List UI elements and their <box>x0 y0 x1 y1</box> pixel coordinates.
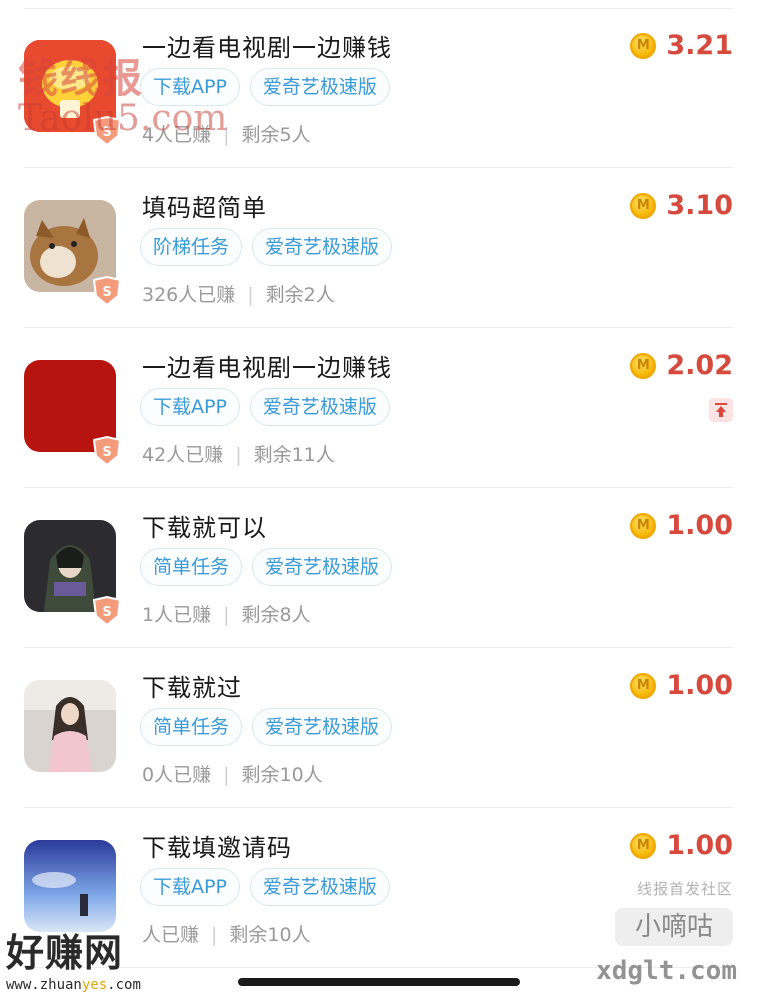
svg-text:S: S <box>102 605 111 620</box>
level-shield-icon: S <box>90 276 124 306</box>
coin-icon: M <box>630 512 657 539</box>
task-thumbnail <box>24 840 116 932</box>
stats-separator: | <box>223 604 230 626</box>
remaining-count: 剩余8人 <box>241 604 311 626</box>
level-shield-icon: S <box>90 116 124 146</box>
task-tag: 爱奇艺极速版 <box>252 708 393 746</box>
earned-count: 1人已赚 <box>142 604 212 626</box>
task-tag: 爱奇艺极速版 <box>252 548 393 586</box>
reward-amount: 2.02 <box>666 350 733 381</box>
task-title: 下载填邀请码 <box>142 834 292 862</box>
remaining-count: 剩余10人 <box>229 924 311 946</box>
watermark-badge: 小嘀咕 <box>615 908 733 946</box>
task-title: 一边看电视剧一边赚钱 <box>142 34 392 62</box>
reward-amount: 1.00 <box>666 510 733 541</box>
task-reward: M 3.21 <box>630 30 733 61</box>
svg-text:S: S <box>102 445 111 460</box>
reward-amount: 3.10 <box>666 190 733 221</box>
task-reward: M 1.00 <box>630 670 733 701</box>
pin-top-icon[interactable] <box>709 398 733 422</box>
task-row[interactable]: S 填码超简单 阶梯任务 爱奇艺极速版 326人已赚 | 剩余2人 M 3.10 <box>24 168 733 328</box>
stats-separator: | <box>223 764 230 786</box>
task-tags: 简单任务 爱奇艺极速版 <box>140 708 393 746</box>
task-stats: 0人已赚 | 剩余10人 <box>142 760 323 787</box>
coin-icon: M <box>630 32 657 59</box>
coin-icon: M <box>630 192 657 219</box>
task-tag: 爱奇艺极速版 <box>252 228 393 266</box>
task-stats: 4人已赚 | 剩余5人 <box>142 120 311 147</box>
task-tag: 下载APP <box>140 388 240 426</box>
task-title: 一边看电视剧一边赚钱 <box>142 354 392 382</box>
stats-separator: | <box>247 284 254 306</box>
task-stats: 326人已赚 | 剩余2人 <box>142 280 335 307</box>
stats-separator: | <box>211 924 218 946</box>
level-shield-icon: S <box>90 436 124 466</box>
task-row[interactable]: 下载就过 简单任务 爱奇艺极速版 0人已赚 | 剩余10人 M 1.00 <box>24 648 733 808</box>
svg-text:S: S <box>102 285 111 300</box>
task-title: 下载就过 <box>142 674 242 702</box>
task-title: 填码超简单 <box>142 194 267 222</box>
stats-separator: | <box>223 124 230 146</box>
watermark-url: xdglt.com <box>596 956 737 986</box>
task-list: S 一边看电视剧一边赚钱 下载APP 爱奇艺极速版 4人已赚 | 剩余5人 M 3.… <box>0 8 757 968</box>
home-indicator[interactable] <box>238 978 520 986</box>
task-tag: 下载APP <box>140 868 240 906</box>
task-tags: 下载APP 爱奇艺极速版 <box>140 68 390 106</box>
task-row[interactable]: S 一边看电视剧一边赚钱 下载APP 爱奇艺极速版 4人已赚 | 剩余5人 M 3.… <box>24 8 733 168</box>
task-tags: 下载APP 爱奇艺极速版 <box>140 868 390 906</box>
task-reward: M 3.10 <box>630 190 733 221</box>
task-tag: 下载APP <box>140 68 240 106</box>
task-tag: 简单任务 <box>140 548 243 586</box>
earned-count: 0人已赚 <box>142 764 212 786</box>
remaining-count: 剩余5人 <box>241 124 311 146</box>
task-stats: 1人已赚 | 剩余8人 <box>142 600 311 627</box>
task-tag: 爱奇艺极速版 <box>249 388 390 426</box>
task-tags: 阶梯任务 爱奇艺极速版 <box>140 228 393 266</box>
task-tag: 阶梯任务 <box>140 228 243 266</box>
remaining-count: 剩余10人 <box>241 764 323 786</box>
task-tags: 下载APP 爱奇艺极速版 <box>140 388 390 426</box>
task-reward: M 1.00 <box>630 510 733 541</box>
task-reward: M 2.02 <box>630 350 733 381</box>
task-row[interactable]: S 一边看电视剧一边赚钱 下载APP 爱奇艺极速版 42人已赚 | 剩余11人 M … <box>24 328 733 488</box>
level-shield-icon: S <box>90 596 124 626</box>
earned-count: 人已赚 <box>142 924 200 946</box>
task-reward: M 1.00 <box>630 830 733 861</box>
svg-text:S: S <box>102 125 111 140</box>
remaining-count: 剩余11人 <box>253 444 335 466</box>
watermark-url: www.zhuanyes.com <box>6 977 141 993</box>
stats-separator: | <box>235 444 242 466</box>
task-row[interactable]: S 下载就可以 简单任务 爱奇艺极速版 1人已赚 | 剩余8人 M 1.00 <box>24 488 733 648</box>
earned-count: 326人已赚 <box>142 284 236 306</box>
task-stats: 42人已赚 | 剩余11人 <box>142 440 335 467</box>
coin-icon: M <box>630 832 657 859</box>
coin-icon: M <box>630 352 657 379</box>
remaining-count: 剩余2人 <box>265 284 335 306</box>
task-stats: 人已赚 | 剩余10人 <box>142 920 311 947</box>
earned-count: 4人已赚 <box>142 124 212 146</box>
watermark-caption: 线报首发社区 <box>636 880 733 898</box>
task-title: 下载就可以 <box>142 514 267 542</box>
task-tag: 简单任务 <box>140 708 243 746</box>
task-tag: 爱奇艺极速版 <box>249 68 390 106</box>
coin-icon: M <box>630 672 657 699</box>
task-tag: 爱奇艺极速版 <box>249 868 390 906</box>
reward-amount: 3.21 <box>666 30 733 61</box>
earned-count: 42人已赚 <box>142 444 224 466</box>
task-thumbnail <box>24 680 116 772</box>
task-tags: 简单任务 爱奇艺极速版 <box>140 548 393 586</box>
reward-amount: 1.00 <box>666 830 733 861</box>
reward-amount: 1.00 <box>666 670 733 701</box>
